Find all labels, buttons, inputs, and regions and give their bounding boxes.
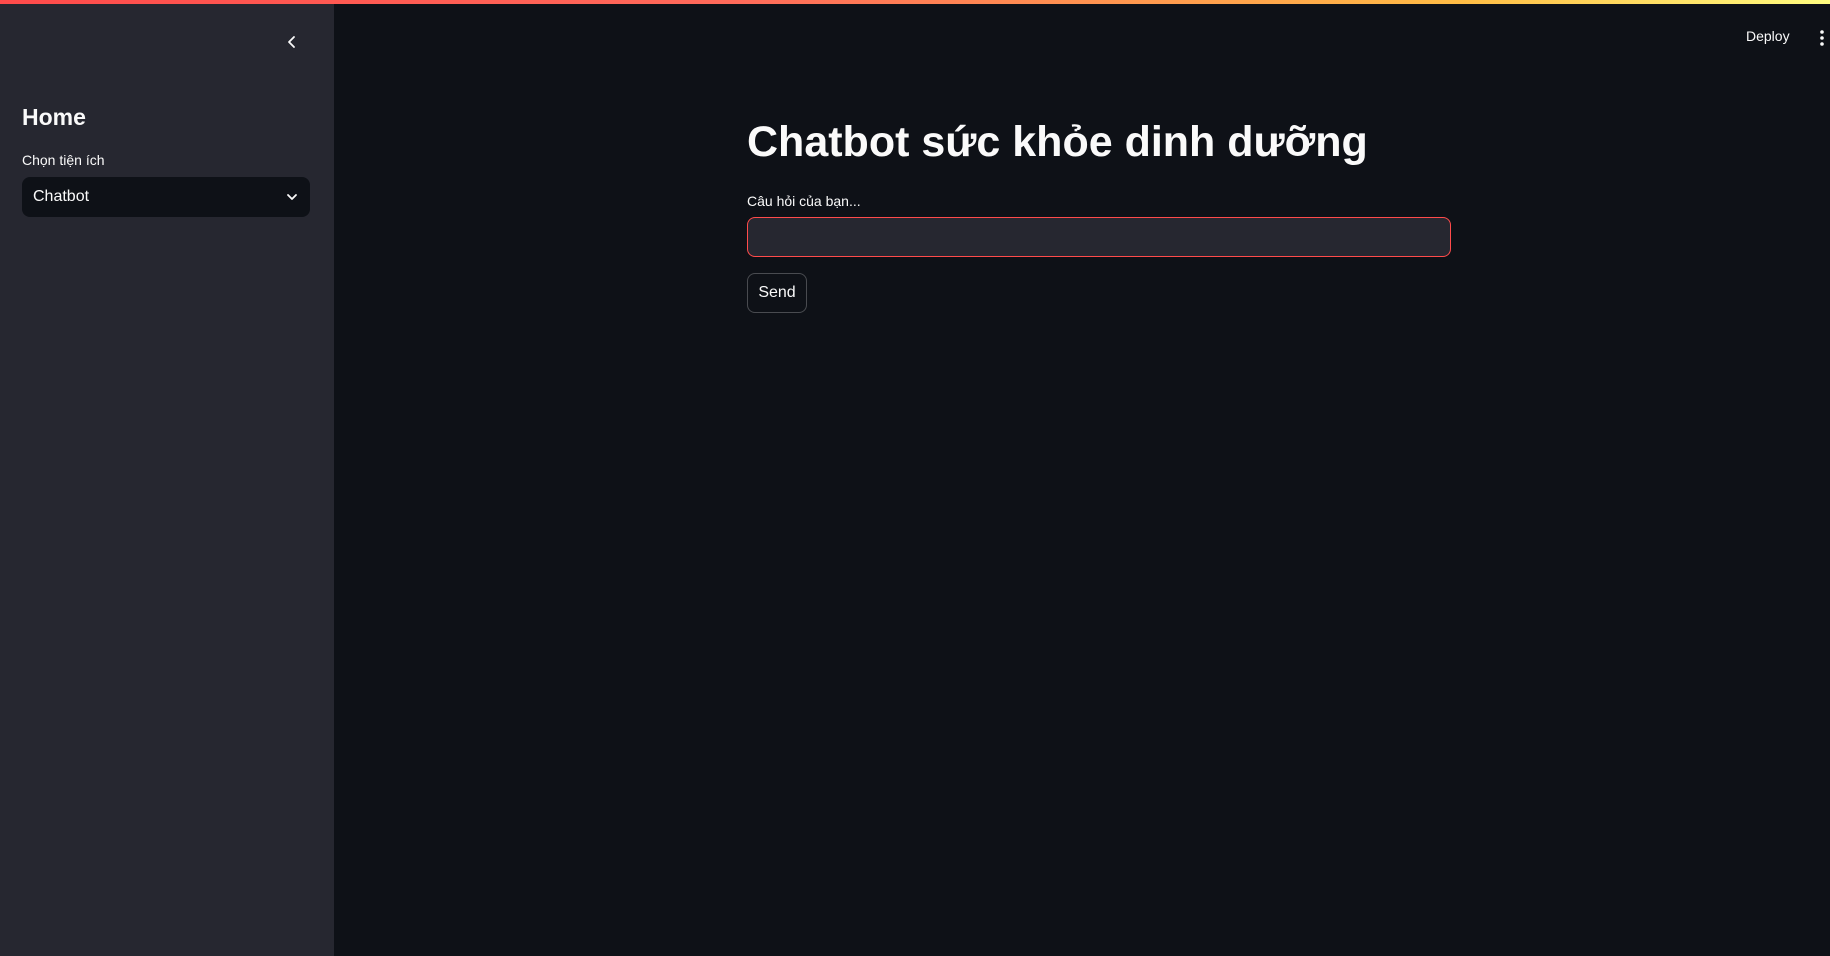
sidebar-collapse-button[interactable] bbox=[280, 30, 304, 54]
sidebar-title: Home bbox=[22, 104, 86, 130]
chevron-down-icon bbox=[287, 194, 297, 200]
sidebar: Home Chọn tiện ích Chatbot bbox=[0, 0, 334, 956]
deploy-button[interactable]: Deploy bbox=[1746, 28, 1790, 44]
select-value: Chatbot bbox=[33, 188, 90, 205]
question-input-label: Câu hỏi của bạn... bbox=[747, 193, 861, 209]
header-decoration-bar bbox=[0, 0, 1830, 4]
send-button[interactable]: Send bbox=[747, 273, 807, 313]
utility-select[interactable]: Chatbot bbox=[22, 177, 310, 217]
select-label: Chọn tiện ích bbox=[22, 152, 105, 168]
question-input[interactable] bbox=[747, 217, 1451, 257]
page-title: Chatbot sức khỏe dinh dưỡng bbox=[747, 118, 1368, 166]
vertical-ellipsis-icon bbox=[1820, 30, 1824, 46]
main-menu-button[interactable] bbox=[1816, 28, 1828, 48]
chevron-left-icon bbox=[288, 36, 295, 48]
